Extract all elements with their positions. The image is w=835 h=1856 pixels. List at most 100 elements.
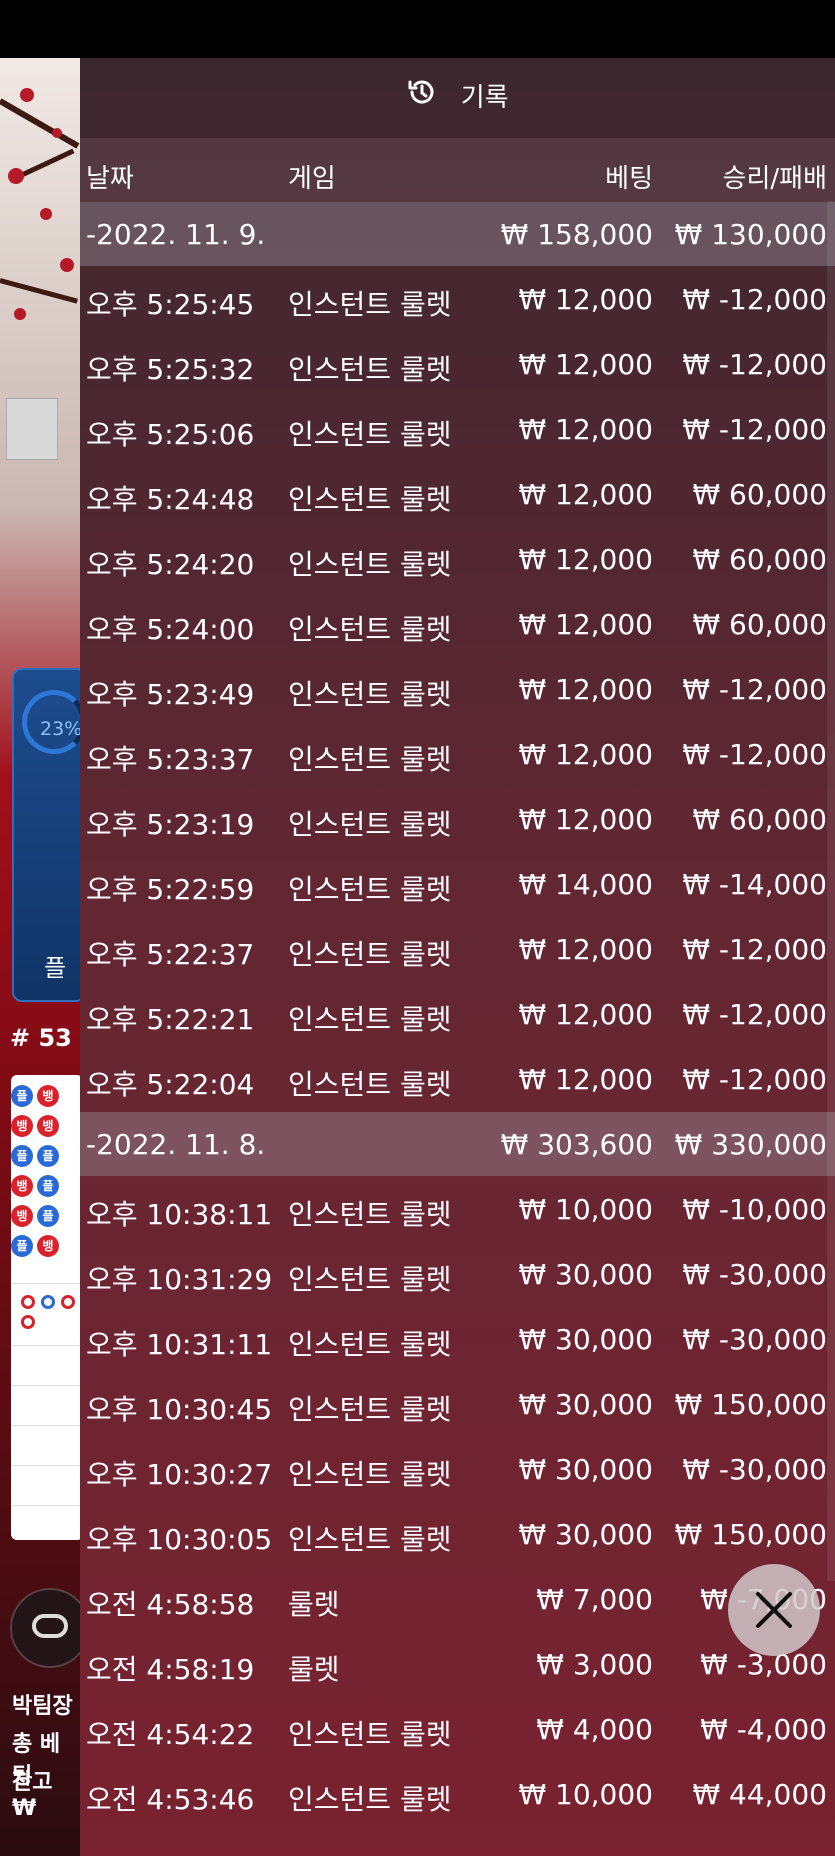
- banker-marker: 뱅: [37, 1085, 59, 1107]
- row-bet: ₩ 10,000: [518, 1193, 653, 1226]
- roadmap-board[interactable]: 플 뱅 뱅 뱅 플 플 뱅 플 뱅 플 플 뱅: [11, 1075, 80, 1540]
- row-result: ₩ -4,000: [700, 1713, 827, 1746]
- row-time: 오후 10:30:05: [86, 1523, 273, 1556]
- row-time: 오후 5:23:49: [86, 678, 255, 711]
- blossom-decoration: [60, 258, 74, 272]
- chip-icon: [32, 1614, 68, 1638]
- history-row[interactable]: 오후 5:23:19 인스턴트 룰렛 ₩ 12,000 ₩ 60,000: [80, 787, 835, 851]
- close-button[interactable]: [728, 1564, 820, 1656]
- history-row[interactable]: 오후 10:38:11 인스턴트 룰렛 ₩ 10,000 ₩ -10,000: [80, 1177, 835, 1241]
- column-bet: 베팅: [605, 164, 653, 194]
- round-label: # 53: [10, 1024, 72, 1052]
- row-result: ₩ -12,000: [682, 283, 827, 316]
- chip-button[interactable]: [10, 1588, 80, 1668]
- history-row[interactable]: 오후 10:30:45 인스턴트 룰렛 ₩ 30,000 ₩ 150,000: [80, 1372, 835, 1436]
- row-result: ₩ -12,000: [682, 348, 827, 381]
- row-result: ₩ -10,000: [682, 1193, 827, 1226]
- row-time: 오후 5:22:37: [86, 938, 255, 971]
- row-result: ₩ -12,000: [682, 1063, 827, 1096]
- group-date: -2022. 11. 8.: [86, 1128, 266, 1161]
- blossom-decoration: [20, 88, 34, 102]
- blossom-decoration: [52, 128, 62, 138]
- group-total-bet: ₩ 303,600: [500, 1128, 653, 1161]
- panel-header: 기록: [80, 76, 835, 136]
- history-row[interactable]: 오후 5:22:21 인스턴트 룰렛 ₩ 12,000 ₩ -12,000: [80, 982, 835, 1046]
- progress-percent: 23%: [40, 718, 80, 740]
- row-bet: ₩ 12,000: [518, 348, 653, 381]
- big-road-mark: [61, 1295, 75, 1309]
- history-row[interactable]: 오후 5:24:00 인스턴트 룰렛 ₩ 12,000 ₩ 60,000: [80, 592, 835, 656]
- big-road-mark: [21, 1315, 35, 1329]
- row-bet: ₩ 12,000: [518, 413, 653, 446]
- history-row[interactable]: 오후 10:31:11 인스턴트 룰렛 ₩ 30,000 ₩ -30,000: [80, 1307, 835, 1371]
- row-game: 룰렛: [288, 1588, 340, 1621]
- row-game: 인스턴트 룰렛: [288, 1328, 452, 1361]
- group-total-result: ₩ 130,000: [674, 218, 827, 251]
- row-time: 오후 5:24:20: [86, 548, 255, 581]
- column-game: 게임: [288, 164, 336, 194]
- date-group-row[interactable]: -2022. 11. 9. ₩ 158,000 ₩ 130,000: [80, 202, 835, 266]
- grid-line: [11, 1345, 80, 1346]
- row-time: 오후 5:23:37: [86, 743, 255, 776]
- row-result: ₩ -30,000: [682, 1258, 827, 1291]
- row-time: 오후 5:24:48: [86, 483, 255, 516]
- history-row[interactable]: 오전 4:53:46 인스턴트 룰렛 ₩ 10,000 ₩ 44,000: [80, 1762, 835, 1826]
- row-result: ₩ -12,000: [682, 933, 827, 966]
- row-time: 오후 10:30:45: [86, 1393, 273, 1426]
- history-row[interactable]: 오후 5:22:37 인스턴트 룰렛 ₩ 12,000 ₩ -12,000: [80, 917, 835, 981]
- history-panel: 기록 날짜 게임 베팅 승리/패배 -2022. 11. 9. ₩ 158,000…: [80, 58, 835, 1856]
- history-row[interactable]: 오후 5:24:48 인스턴트 룰렛 ₩ 12,000 ₩ 60,000: [80, 462, 835, 526]
- big-road-mark: [41, 1295, 55, 1309]
- history-row[interactable]: 오전 4:54:22 인스턴트 룰렛 ₩ 4,000 ₩ -4,000: [80, 1697, 835, 1761]
- grid-line: [11, 1385, 80, 1386]
- row-bet: ₩ 12,000: [518, 998, 653, 1031]
- history-row[interactable]: 오후 5:22:59 인스턴트 룰렛 ₩ 14,000 ₩ -14,000: [80, 852, 835, 916]
- history-row[interactable]: 오후 5:23:37 인스턴트 룰렛 ₩ 12,000 ₩ -12,000: [80, 722, 835, 786]
- row-time: 오후 5:25:45: [86, 288, 255, 321]
- history-icon: [406, 76, 438, 115]
- row-time: 오후 10:30:27: [86, 1458, 273, 1491]
- row-result: ₩ 150,000: [674, 1518, 827, 1551]
- row-game: 룰렛: [288, 1653, 340, 1686]
- row-game: 인스턴트 룰렛: [288, 1393, 452, 1426]
- scrollbar[interactable]: [827, 201, 835, 1581]
- background-game-view: 23% 플 # 53 플 뱅 뱅 뱅 플 플 뱅 플 뱅 플 플 뱅 박팀장 총…: [0, 58, 80, 1856]
- history-row[interactable]: 오후 5:25:06 인스턴트 룰렛 ₩ 12,000 ₩ -12,000: [80, 397, 835, 461]
- history-row[interactable]: 오후 5:25:45 인스턴트 룰렛 ₩ 12,000 ₩ -12,000: [80, 267, 835, 331]
- date-group-row[interactable]: -2022. 11. 8. ₩ 303,600 ₩ 330,000: [80, 1112, 835, 1176]
- row-result: ₩ -30,000: [682, 1453, 827, 1486]
- row-time: 오후 5:25:06: [86, 418, 255, 451]
- history-row[interactable]: 오후 5:25:32 인스턴트 룰렛 ₩ 12,000 ₩ -12,000: [80, 332, 835, 396]
- card-shoe: [6, 398, 58, 460]
- row-time: 오후 5:22:59: [86, 873, 255, 906]
- row-bet: ₩ 30,000: [518, 1388, 653, 1421]
- row-time: 오후 5:23:19: [86, 808, 255, 841]
- row-result: ₩ -12,000: [682, 413, 827, 446]
- history-row[interactable]: 오후 5:24:20 인스턴트 룰렛 ₩ 12,000 ₩ 60,000: [80, 527, 835, 591]
- row-game: 인스턴트 룰렛: [288, 1068, 452, 1101]
- row-bet: ₩ 12,000: [518, 738, 653, 771]
- column-date: 날짜: [86, 164, 134, 194]
- row-bet: ₩ 10,000: [518, 1778, 653, 1811]
- row-bet: ₩ 30,000: [518, 1453, 653, 1486]
- player-marker: 플: [37, 1175, 59, 1197]
- history-row[interactable]: 오후 10:31:29 인스턴트 룰렛 ₩ 30,000 ₩ -30,000: [80, 1242, 835, 1306]
- history-row[interactable]: 오후 10:30:27 인스턴트 룰렛 ₩ 30,000 ₩ -30,000: [80, 1437, 835, 1501]
- history-row[interactable]: 오후 5:22:04 인스턴트 룰렛 ₩ 12,000 ₩ -12,000: [80, 1047, 835, 1111]
- row-game: 인스턴트 룰렛: [288, 1198, 452, 1231]
- history-row[interactable]: 오전 4:58:19 룰렛 ₩ 3,000 ₩ -3,000: [80, 1632, 835, 1696]
- history-row[interactable]: 오후 10:30:05 인스턴트 룰렛 ₩ 30,000 ₩ 150,000: [80, 1502, 835, 1566]
- row-result: ₩ -14,000: [682, 868, 827, 901]
- row-game: 인스턴트 룰렛: [288, 1523, 452, 1556]
- row-game: 인스턴트 룰렛: [288, 938, 452, 971]
- group-date: -2022. 11. 9.: [86, 218, 266, 251]
- row-game: 인스턴트 룰렛: [288, 873, 452, 906]
- row-bet: ₩ 12,000: [518, 673, 653, 706]
- history-row[interactable]: 오전 4:58:58룰렛₩ 7,000₩ -7,000: [80, 1567, 835, 1631]
- row-bet: ₩ 12,000: [518, 1063, 653, 1096]
- history-row[interactable]: 오후 5:23:49 인스턴트 룰렛 ₩ 12,000 ₩ -12,000: [80, 657, 835, 721]
- row-bet: ₩ 3,000: [536, 1648, 653, 1681]
- big-road-mark: [21, 1295, 35, 1309]
- row-game: 인스턴트 룰렛: [288, 483, 452, 516]
- row-game: 인스턴트 룰렛: [288, 1263, 452, 1296]
